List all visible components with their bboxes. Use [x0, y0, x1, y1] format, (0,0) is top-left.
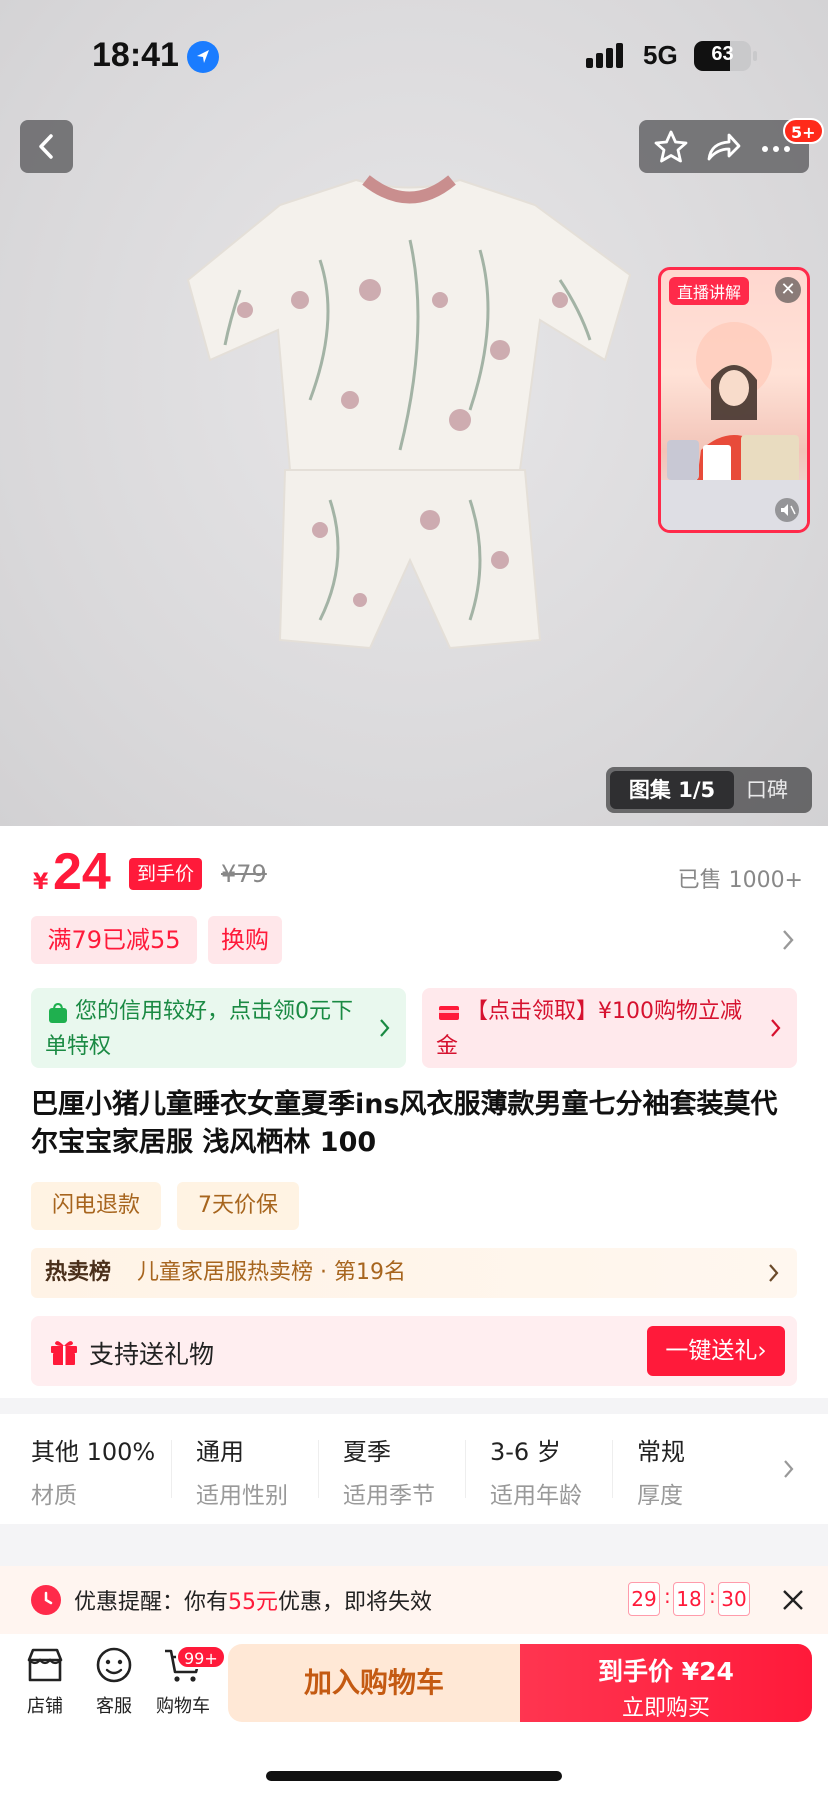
live-host-illustration: [661, 322, 807, 530]
ranking-bar[interactable]: 热卖榜 儿童家居服热卖榜 · 第19名: [31, 1248, 797, 1298]
gift-text: 支持送礼物: [89, 1340, 215, 1369]
divider: [612, 1440, 613, 1498]
original-price: ¥79: [221, 860, 267, 888]
final-price: 24: [53, 843, 111, 901]
countdown-minutes: 18: [673, 1582, 705, 1616]
price-row: ¥ 24 到手价 ¥79 已售 1000+: [33, 843, 803, 906]
message-badge: 5+: [783, 118, 824, 144]
currency-symbol: ¥: [33, 870, 49, 895]
price-tag: 到手价: [129, 858, 203, 890]
chevron-right-icon: [784, 1460, 794, 1478]
battery-icon: 63: [694, 41, 751, 71]
countdown-colon: :: [709, 1584, 716, 1608]
add-to-cart-button[interactable]: 加入购物车: [228, 1644, 520, 1722]
coupon-text: 【点击领取】¥100购物立减金: [436, 999, 742, 1059]
customer-service-button[interactable]: 客服: [79, 1646, 149, 1718]
chevron-left-icon: [39, 134, 53, 159]
exchange-promo[interactable]: 换购: [208, 916, 282, 964]
spec-value: 通用: [196, 1438, 244, 1466]
reminder-prefix: 优惠提醒：你有: [74, 1590, 229, 1615]
discount-promo[interactable]: 满79已减55: [31, 916, 197, 964]
spec-item: 夏季 适用季节: [343, 1432, 435, 1509]
card-icon: [439, 1006, 459, 1020]
reviews-tab[interactable]: 口碑: [746, 771, 806, 809]
spec-key: 材质: [31, 1483, 77, 1509]
network-type: 5G: [643, 40, 678, 70]
live-tag: 直播讲解: [669, 277, 750, 305]
divider: [465, 1440, 466, 1498]
reminder-text: 优惠提醒：你有55元优惠，即将失效: [74, 1584, 432, 1616]
battery-nub: [753, 51, 757, 61]
mute-icon[interactable]: [775, 498, 799, 522]
spec-strip[interactable]: 其他 100% 材质 通用 适用性别 夏季 适用季节 3-6 岁 适用年龄 常规…: [0, 1414, 828, 1524]
spec-value: 夏季: [343, 1438, 391, 1466]
chevron-right-icon: [380, 1019, 390, 1037]
spec-key: 适用性别: [196, 1483, 288, 1509]
buy-price: 到手价 ¥24: [598, 1657, 734, 1686]
sold-count: 已售 1000+: [677, 868, 803, 893]
chat-face-icon: [96, 1647, 132, 1683]
store-icon: [27, 1648, 63, 1682]
divider: [171, 1440, 172, 1498]
spec-key: 适用年龄: [490, 1483, 582, 1509]
product-image[interactable]: 18:41 5G 63 5+ 直播讲解 ✕ 图集 1/5 口碑: [0, 0, 828, 828]
spec-item: 3-6 岁 适用年龄: [490, 1432, 582, 1509]
star-icon[interactable]: [651, 127, 691, 167]
spec-value: 常规: [637, 1438, 685, 1466]
shopping-bag-icon: [49, 1002, 67, 1023]
product-info-card: ¥ 24 到手价 ¥79 已售 1000+ 满79已减55 换购 您的信用较好，…: [0, 826, 828, 1398]
close-icon[interactable]: [781, 1588, 805, 1612]
service-chip[interactable]: 7天价保: [177, 1182, 299, 1230]
status-bar: 18:41 5G 63: [0, 0, 828, 110]
cart-badge: 99+: [176, 1645, 226, 1669]
clock-icon: [31, 1585, 61, 1615]
ranking-prefix: 热卖榜: [45, 1260, 112, 1285]
divider: [318, 1440, 319, 1498]
gift-bar: 支持送礼物 一键送礼›: [31, 1316, 797, 1386]
reminder-suffix: 优惠，即将失效: [278, 1590, 433, 1615]
credit-text: 您的信用较好，点击领0元下单特权: [45, 999, 353, 1059]
coupon-offer[interactable]: 【点击领取】¥100购物立减金: [422, 988, 797, 1068]
gallery-switch: 图集 1/5 口碑: [606, 767, 812, 813]
cart-label: 购物车: [156, 1696, 210, 1717]
store-label: 店铺: [27, 1696, 63, 1717]
discount-reminder[interactable]: 优惠提醒：你有55元优惠，即将失效 29 : 18 : 30: [0, 1566, 828, 1634]
close-icon[interactable]: ✕: [775, 277, 801, 303]
live-stream-preview[interactable]: 直播讲解 ✕: [658, 267, 810, 533]
credit-offer[interactable]: 您的信用较好，点击领0元下单特权: [31, 988, 406, 1068]
location-icon: [187, 41, 219, 73]
signal-icon: [586, 42, 630, 70]
spec-item: 通用 适用性别: [196, 1432, 288, 1509]
countdown-seconds: 30: [718, 1582, 750, 1616]
gift-icon: [51, 1341, 77, 1365]
service-chip[interactable]: 闪电退款: [31, 1182, 161, 1230]
back-button[interactable]: [20, 120, 73, 173]
buy-now-button[interactable]: 到手价 ¥24 立即购买: [520, 1644, 812, 1722]
send-gift-button[interactable]: 一键送礼›: [647, 1326, 785, 1376]
chevron-right-icon: [771, 1019, 781, 1037]
spec-key: 厚度: [637, 1483, 683, 1509]
countdown-hours: 29: [628, 1582, 660, 1616]
gallery-tab[interactable]: 图集 1/5: [610, 771, 734, 809]
ranking-text: 儿童家居服热卖榜 · 第19名: [137, 1260, 406, 1285]
buy-label: 立即购买: [621, 1696, 710, 1721]
status-time: 18:41: [92, 36, 179, 74]
store-button[interactable]: 店铺: [10, 1646, 80, 1718]
reminder-amount: 55元: [228, 1590, 279, 1615]
share-icon[interactable]: [703, 127, 743, 167]
service-label: 客服: [96, 1696, 132, 1717]
home-indicator[interactable]: [266, 1771, 562, 1781]
product-title: 巴厘小猪儿童睡衣女童夏季ins风衣服薄款男童七分袖套装莫代尔宝宝家居服 浅风栖林…: [31, 1089, 778, 1158]
countdown-colon: :: [664, 1584, 671, 1608]
spec-value: 3-6 岁: [490, 1438, 561, 1466]
chevron-right-icon: [769, 1264, 779, 1282]
battery-level: 63: [711, 43, 734, 65]
chevron-right-icon[interactable]: [780, 928, 796, 952]
spec-item: 其他 100% 材质: [31, 1432, 156, 1509]
product-page: 18:41 5G 63 5+ 直播讲解 ✕ 图集 1/5 口碑 ¥ 24 到手价…: [0, 0, 828, 1795]
spec-key: 适用季节: [343, 1483, 435, 1509]
spec-value: 其他 100%: [31, 1438, 156, 1466]
spec-item: 常规 厚度: [637, 1432, 685, 1509]
